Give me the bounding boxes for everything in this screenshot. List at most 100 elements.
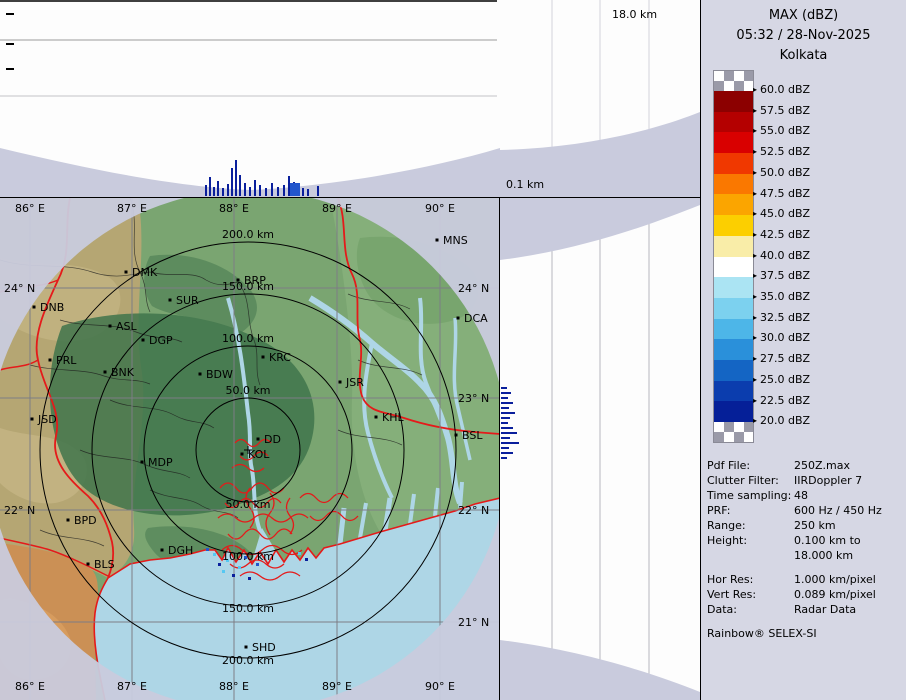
echo-pixel <box>256 563 259 566</box>
dbz-colorbar <box>713 70 754 443</box>
axis-corner-panel: 18.0 km 0.1 km <box>500 0 700 198</box>
dbz-tick-label: ▸42.5 dBZ <box>753 228 810 242</box>
colorbar-cell <box>714 112 753 133</box>
metadata-row: 18.000 km <box>707 548 903 563</box>
product-title: MAX (dBZ) <box>701 8 906 23</box>
dbz-tick-label: ▸47.5 dBZ <box>753 187 810 201</box>
dbz-tick-label: ▸35.0 dBZ <box>753 290 810 304</box>
range-ring-label: 100.0 km <box>222 550 274 563</box>
echo-spike <box>317 186 319 196</box>
echo-spike <box>213 187 215 196</box>
station-label-dgp: DGP <box>149 334 173 347</box>
top-profile-canvas <box>0 0 500 198</box>
tick-text: 37.5 dBZ <box>760 269 810 282</box>
latitude-label: 24° N <box>4 282 35 295</box>
station-label-dnb: DNB <box>40 301 64 314</box>
dbz-tick-label: ▸22.5 dBZ <box>753 394 810 408</box>
tick-text: 57.5 dBZ <box>760 104 810 117</box>
echo-pixel <box>206 548 209 551</box>
colorbar-cell <box>714 401 753 422</box>
colorbar-cell <box>714 215 753 236</box>
station-label-brp: BRP <box>244 274 266 287</box>
dbz-tick-label: ▸25.0 dBZ <box>753 373 810 387</box>
echo-spike <box>244 183 246 196</box>
echo-spike <box>249 187 251 196</box>
dbz-tick-label: ▸30.0 dBZ <box>753 331 810 345</box>
longitude-label: 90° E <box>425 202 455 215</box>
tick-arrow-icon: ▸ <box>753 271 757 280</box>
colorbar-transparent-checker <box>714 71 753 91</box>
metadata-label: Height: <box>707 533 794 548</box>
max-height-axis-label: 18.0 km <box>612 8 657 21</box>
colorbar-cell <box>714 298 753 319</box>
metadata-value: 250Z.max <box>794 458 903 473</box>
dbz-tick-label: ▸20.0 dBZ <box>753 414 810 428</box>
station-label-mdp: MDP <box>148 456 173 469</box>
station-marker-bdw <box>199 373 202 376</box>
echo-spike <box>302 188 304 196</box>
echo-spike <box>501 422 508 424</box>
station-marker-dmk <box>125 271 128 274</box>
longitude-label: 86° E <box>15 680 45 693</box>
station-label-jsd: JSD <box>37 413 57 426</box>
metadata-value: 48 <box>794 488 903 503</box>
tick-text: 27.5 dBZ <box>760 352 810 365</box>
station-marker-mdp <box>141 461 144 464</box>
colorbar-cell <box>714 91 753 112</box>
metadata-value: 600 Hz / 450 Hz <box>794 503 903 518</box>
station-label-khl: KHL <box>382 411 404 424</box>
tick-arrow-icon: ▸ <box>753 251 757 260</box>
echo-pixel <box>213 553 216 556</box>
radar-map-panel: 86° E86° E87° E87° E88° E88° E89° E89° E… <box>0 198 500 700</box>
metadata-row: Time sampling:48 <box>707 488 903 503</box>
echo-spike <box>217 181 219 196</box>
echo-spike <box>501 402 513 404</box>
station-marker-bnk <box>104 371 107 374</box>
echo-pixel <box>238 566 241 569</box>
legend-panel: MAX (dBZ) 05:32 / 28-Nov-2025 Kolkata ▸6… <box>700 0 906 700</box>
tick-text: 47.5 dBZ <box>760 187 810 200</box>
tick-text: 60.0 dBZ <box>760 83 810 96</box>
range-ring-label: 100.0 km <box>222 332 274 345</box>
metadata-value: 1.000 km/pixel <box>794 572 903 587</box>
longitude-label: 88° E <box>219 680 249 693</box>
echo-spike <box>288 176 290 196</box>
echo-spike <box>307 189 309 196</box>
tick-arrow-icon: ▸ <box>753 189 757 198</box>
map-top-border <box>0 197 700 198</box>
echo-spike <box>205 185 207 196</box>
tick-arrow-icon: ▸ <box>753 354 757 363</box>
station-label-dd: DD <box>264 433 281 446</box>
station-label-krc: KRC <box>269 351 291 364</box>
colorbar-cell <box>714 153 753 174</box>
echo-spike <box>209 177 211 196</box>
station-marker-dnb <box>33 306 36 309</box>
map-canvas: 86° E86° E87° E87° E88° E88° E89° E89° E… <box>0 198 500 700</box>
dbz-tick-label: ▸55.0 dBZ <box>753 124 810 138</box>
range-ring-label: 50.0 km <box>225 384 270 397</box>
metadata-row: Hor Res:1.000 km/pixel <box>707 572 903 587</box>
colorbar-cell <box>714 132 753 153</box>
echo-pixel <box>218 563 221 566</box>
station-label-asl: ASL <box>116 320 138 333</box>
metadata-row: Clutter Filter:IIRDoppler 7 <box>707 473 903 488</box>
station-marker-dca <box>457 317 460 320</box>
metadata-label: Time sampling: <box>707 488 794 503</box>
metadata-value: 0.089 km/pixel <box>794 587 903 602</box>
colorbar-cell <box>714 277 753 298</box>
product-datetime: 05:32 / 28-Nov-2025 <box>701 28 906 43</box>
tick-arrow-icon: ▸ <box>753 333 757 342</box>
station-marker-jsd <box>31 418 34 421</box>
echo-spike <box>501 397 508 399</box>
station-label-bpd: BPD <box>74 514 97 527</box>
tick-arrow-icon: ▸ <box>753 313 757 322</box>
software-brand: Rainbow® SELEX-SI <box>707 627 817 640</box>
latitude-label: 24° N <box>458 282 489 295</box>
tick-text: 40.0 dBZ <box>760 249 810 262</box>
metadata-value: Radar Data <box>794 602 903 617</box>
station-marker-dd <box>257 438 260 441</box>
tick-arrow-icon: ▸ <box>753 416 757 425</box>
longitude-label: 90° E <box>425 680 455 693</box>
metadata-row: Vert Res:0.089 km/pixel <box>707 587 903 602</box>
corner-canvas <box>500 0 700 198</box>
